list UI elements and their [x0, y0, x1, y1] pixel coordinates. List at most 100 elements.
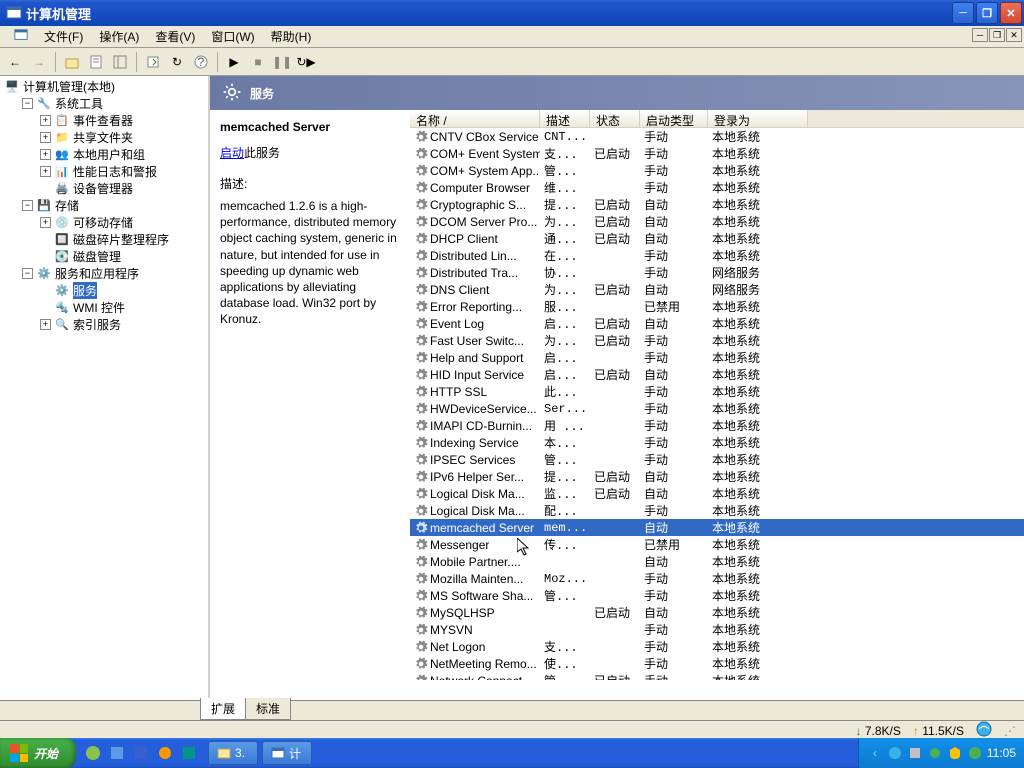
service-row[interactable]: Error Reporting...服...已禁用本地系统	[410, 298, 1024, 315]
tree-root[interactable]: 🖥️计算机管理(本地)	[2, 78, 206, 95]
ql-item-3[interactable]	[130, 742, 152, 764]
tree-shared[interactable]: +📁共享文件夹	[38, 129, 206, 146]
ql-item-4[interactable]	[154, 742, 176, 764]
tray-clock[interactable]: 11:05	[987, 746, 1016, 760]
list-header[interactable]: 名称 / 描述 状态 启动类型 登录为	[410, 110, 1024, 128]
service-row[interactable]: Logical Disk Ma...配...手动本地系统	[410, 502, 1024, 519]
tree-svcapps[interactable]: −⚙️服务和应用程序	[20, 265, 206, 282]
system-tray[interactable]: ‹ 11:05	[858, 738, 1024, 768]
tray-icon-2[interactable]	[907, 745, 923, 761]
service-row[interactable]: MYSVN手动本地系统	[410, 621, 1024, 638]
up-button[interactable]	[61, 51, 83, 73]
tree-localusers[interactable]: +👥本地用户和组	[38, 146, 206, 163]
service-name-label: Distributed Lin...	[430, 249, 517, 263]
menu-action[interactable]: 操作(A)	[91, 26, 147, 47]
service-row[interactable]: CNTV CBox ServiceCNT...手动本地系统	[410, 128, 1024, 145]
service-row[interactable]: Network Connect...管...已启动手动本地系统	[410, 672, 1024, 680]
export-button[interactable]	[142, 51, 164, 73]
tree-defrag[interactable]: 🔲磁盘碎片整理程序	[38, 231, 206, 248]
col-logon[interactable]: 登录为	[708, 110, 808, 127]
resize-grip[interactable]: ⋰	[1004, 724, 1016, 738]
tree-eventviewer[interactable]: +📋事件查看器	[38, 112, 206, 129]
start-button[interactable]: 开始	[0, 738, 76, 768]
tray-icon-4[interactable]	[947, 745, 963, 761]
tree-removable[interactable]: +💿可移动存储	[38, 214, 206, 231]
service-row[interactable]: Logical Disk Ma...监...已启动自动本地系统	[410, 485, 1024, 502]
service-row[interactable]: MS Software Sha...管...手动本地系统	[410, 587, 1024, 604]
play-button[interactable]: ▶	[223, 51, 245, 73]
mdi-restore[interactable]: ❐	[989, 28, 1005, 42]
restart-button[interactable]: ↻▶	[295, 51, 317, 73]
service-row[interactable]: Fast User Switc...为...已启动手动本地系统	[410, 332, 1024, 349]
tray-chevron-icon[interactable]: ‹	[867, 745, 883, 761]
service-row[interactable]: Distributed Lin...在...手动本地系统	[410, 247, 1024, 264]
tab-extended[interactable]: 扩展	[200, 698, 246, 720]
service-row[interactable]: HWDeviceService...Ser...手动本地系统	[410, 400, 1024, 417]
service-row[interactable]: HID Input Service启...已启动自动本地系统	[410, 366, 1024, 383]
taskbar-item-2[interactable]: 计	[262, 741, 312, 765]
service-row[interactable]: Help and Support启...手动本地系统	[410, 349, 1024, 366]
help-button[interactable]: ?	[190, 51, 212, 73]
service-row[interactable]: MySQLHSP已启动自动本地系统	[410, 604, 1024, 621]
menu-file[interactable]: 文件(F)	[36, 26, 91, 47]
service-row[interactable]: DHCP Client通...已启动自动本地系统	[410, 230, 1024, 247]
tree-devmgr[interactable]: 🖨️设备管理器	[38, 180, 206, 197]
service-row[interactable]: Indexing Service本...手动本地系统	[410, 434, 1024, 451]
minimize-button[interactable]: ─	[952, 2, 974, 24]
tray-icon-3[interactable]	[927, 745, 943, 761]
service-row[interactable]: Computer Browser维...手动本地系统	[410, 179, 1024, 196]
service-row[interactable]: COM+ System App...管...手动本地系统	[410, 162, 1024, 179]
menu-window[interactable]: 窗口(W)	[203, 26, 262, 47]
tree-storage[interactable]: −💾存储	[20, 197, 206, 214]
mdi-close[interactable]: ✕	[1006, 28, 1022, 42]
service-row[interactable]: DNS Client为...已启动自动网络服务	[410, 281, 1024, 298]
service-row[interactable]: HTTP SSL此...手动本地系统	[410, 383, 1024, 400]
tree-systools[interactable]: −🔧系统工具	[20, 95, 206, 112]
ql-item-5[interactable]	[178, 742, 200, 764]
tree-diskmgmt[interactable]: 💽磁盘管理	[38, 248, 206, 265]
tree-perflog[interactable]: +📊性能日志和警报	[38, 163, 206, 180]
taskbar-item-1[interactable]: 3.	[208, 741, 258, 765]
col-desc[interactable]: 描述	[540, 110, 590, 127]
mdi-minimize[interactable]: ─	[972, 28, 988, 42]
col-name[interactable]: 名称 /	[410, 110, 540, 127]
tree-pane[interactable]: 🖥️计算机管理(本地) −🔧系统工具 +📋事件查看器 +📁共享文件夹 +👥本地用…	[0, 76, 210, 700]
service-row[interactable]: NetMeeting Remo...使...手动本地系统	[410, 655, 1024, 672]
service-row[interactable]: Net Logon支...手动本地系统	[410, 638, 1024, 655]
service-row[interactable]: DCOM Server Pro...为...已启动自动本地系统	[410, 213, 1024, 230]
tree-wmi[interactable]: 🔩WMI 控件	[38, 299, 206, 316]
service-row[interactable]: memcached Servermem...自动本地系统	[410, 519, 1024, 536]
service-row[interactable]: IMAPI CD-Burnin...用 ...手动本地系统	[410, 417, 1024, 434]
tray-icon-1[interactable]	[887, 745, 903, 761]
ql-item-1[interactable]	[82, 742, 104, 764]
menu-help[interactable]: 帮助(H)	[263, 26, 320, 47]
service-row[interactable]: Cryptographic S...提...已启动自动本地系统	[410, 196, 1024, 213]
show-hide-button[interactable]	[109, 51, 131, 73]
menu-view[interactable]: 查看(V)	[147, 26, 203, 47]
service-status: 已启动	[590, 145, 640, 162]
service-row[interactable]: Event Log启...已启动自动本地系统	[410, 315, 1024, 332]
col-startup[interactable]: 启动类型	[640, 110, 708, 127]
tray-icon-5[interactable]	[967, 745, 983, 761]
service-row[interactable]: Messenger传...已禁用本地系统	[410, 536, 1024, 553]
service-name-label: Fast User Switc...	[430, 334, 524, 348]
service-row[interactable]: COM+ Event System支...已启动手动本地系统	[410, 145, 1024, 162]
maximize-button[interactable]: ❐	[976, 2, 998, 24]
start-service-link[interactable]: 启动	[220, 146, 244, 160]
service-row[interactable]: Mobile Partner....自动本地系统	[410, 553, 1024, 570]
refresh-button[interactable]: ↻	[166, 51, 188, 73]
col-status[interactable]: 状态	[590, 110, 640, 127]
services-list[interactable]: 名称 / 描述 状态 启动类型 登录为 CNTV CBox ServiceCNT…	[410, 110, 1024, 700]
service-row[interactable]: Mozilla Mainten...Moz...手动本地系统	[410, 570, 1024, 587]
properties-button[interactable]	[85, 51, 107, 73]
back-button[interactable]: ←	[4, 51, 26, 73]
tab-standard[interactable]: 标准	[245, 698, 291, 720]
tree-indexsvc[interactable]: +🔍索引服务	[38, 316, 206, 333]
ql-item-2[interactable]	[106, 742, 128, 764]
close-button[interactable]: ✕	[1000, 2, 1022, 24]
tree-services[interactable]: ⚙️服务	[38, 282, 206, 299]
service-logon: 本地系统	[708, 179, 808, 196]
service-row[interactable]: IPSEC Services管...手动本地系统	[410, 451, 1024, 468]
service-row[interactable]: Distributed Tra...协...手动网络服务	[410, 264, 1024, 281]
service-row[interactable]: IPv6 Helper Ser...提...已启动自动本地系统	[410, 468, 1024, 485]
